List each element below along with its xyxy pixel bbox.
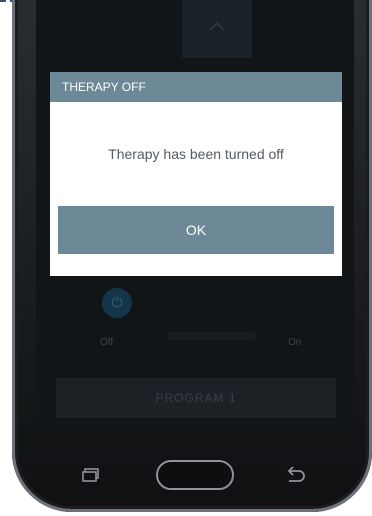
toggle-off-label: Off	[100, 337, 114, 348]
therapy-off-dialog: THERAPY OFF Therapy has been turned off …	[50, 72, 342, 276]
phone-screen: ⏻ Off On PROGRAM 1 THERAPY OFF Therapy h…	[36, 0, 354, 432]
power-icon: ⏻	[111, 294, 123, 310]
ok-button[interactable]: OK	[58, 206, 334, 254]
toggle-track	[166, 332, 256, 340]
back-icon[interactable]	[284, 466, 306, 484]
navigation-bar	[0, 440, 372, 516]
chevron-up-icon	[209, 21, 225, 31]
therapy-toggle[interactable]: ⏻	[102, 288, 132, 318]
home-button[interactable]	[156, 460, 234, 490]
program-button[interactable]: PROGRAM 1	[56, 378, 336, 418]
dialog-title: THERAPY OFF	[50, 72, 342, 102]
recents-icon[interactable]	[82, 468, 100, 482]
toggle-on-label: On	[288, 337, 302, 348]
dialog-message: Therapy has been turned off	[108, 146, 284, 162]
